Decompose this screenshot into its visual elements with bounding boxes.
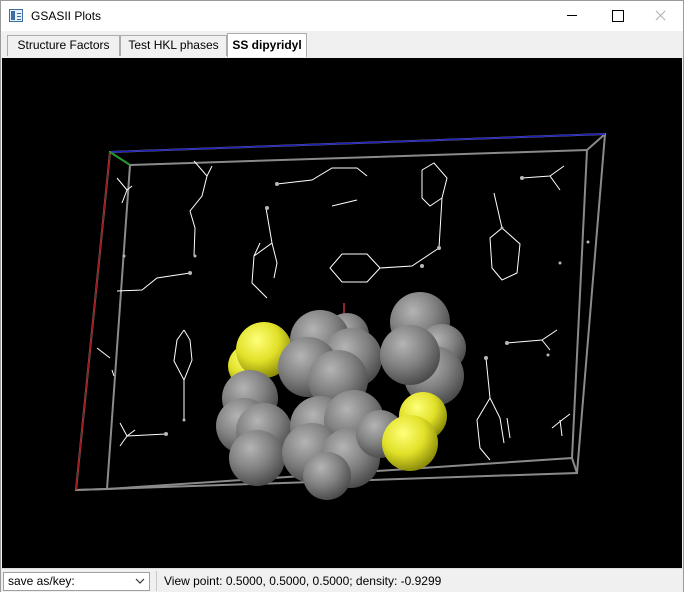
axis-c [109, 133, 606, 153]
tab-structure-factors[interactable]: Structure Factors [7, 35, 120, 56]
space-filling-molecule [216, 292, 466, 500]
chevron-down-icon [135, 578, 145, 584]
save-as-label: save as/key: [8, 574, 75, 588]
save-as-dropdown[interactable]: save as/key: [3, 572, 150, 591]
status-text: View point: 0.5000, 0.5000, 0.5000; dens… [164, 574, 442, 588]
axis-b [109, 151, 131, 166]
tab-ss-dipyridyl[interactable]: SS dipyridyl [227, 33, 307, 57]
close-button[interactable] [637, 1, 683, 31]
minimize-button[interactable] [549, 1, 595, 31]
title-bar: GSASII Plots [1, 1, 683, 31]
status-bar: save as/key: View point: 0.5000, 0.5000,… [1, 568, 683, 592]
gsasii-plots-window: GSASII Plots Structure Factors Test HKL … [0, 0, 684, 592]
axis-a [75, 151, 111, 491]
plot-tab-bar: Structure Factors Test HKL phases SS dip… [1, 31, 683, 58]
app-icon [9, 9, 23, 22]
tab-test-hkl-phases[interactable]: Test HKL phases [120, 35, 227, 56]
maximize-button[interactable] [595, 1, 641, 31]
status-separator [156, 571, 157, 591]
window-title: GSASII Plots [31, 9, 102, 23]
structure-3d-plot[interactable] [2, 58, 682, 568]
